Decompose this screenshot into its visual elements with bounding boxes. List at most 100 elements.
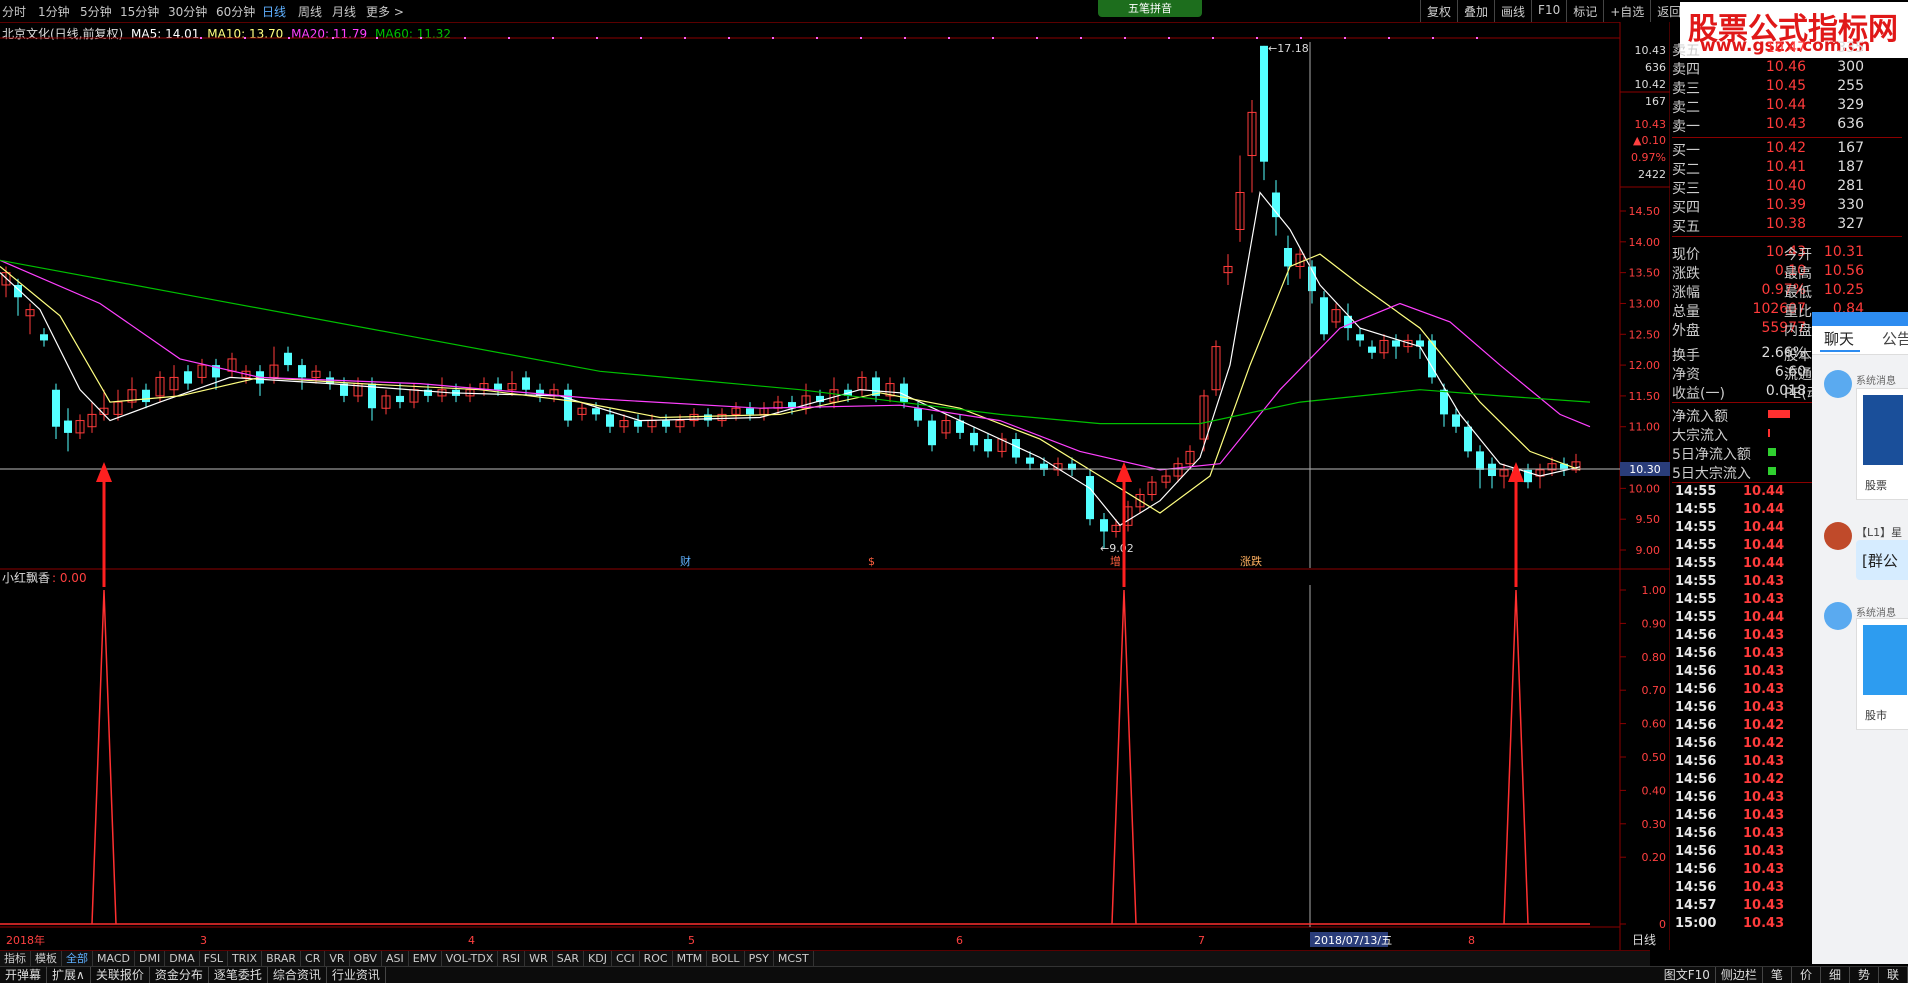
indicator-tab-13[interactable]: EMV	[409, 951, 442, 967]
status-tab-4[interactable]: 逐笔委托	[209, 967, 268, 983]
status-tab-5[interactable]: 综合资讯	[268, 967, 327, 983]
tab-period-7[interactable]: 周线	[298, 3, 322, 20]
stat-label-2: 内盘	[1784, 323, 1812, 339]
status-tab-3[interactable]: 资金分布	[150, 967, 209, 983]
indicator-tab-10[interactable]: VR	[325, 951, 350, 967]
indicator-tick: 0	[1659, 918, 1666, 931]
side-tab-0[interactable]: 笔	[1763, 967, 1792, 983]
tick-price: 10.43	[1743, 592, 1785, 607]
side-tab-1[interactable]: 价	[1792, 967, 1821, 983]
tab-period-0[interactable]: 分时	[2, 3, 26, 20]
right-stat: ▲0.10	[1633, 134, 1666, 147]
indicator-tab-2[interactable]: 全部	[62, 951, 93, 967]
toolbar-button-2[interactable]: 画线	[1494, 0, 1531, 22]
stat-value-2: 10.31	[1823, 244, 1864, 260]
tick-row: 14:56 10.43	[1675, 808, 1784, 826]
tab-period-4[interactable]: 30分钟	[168, 3, 207, 20]
indicator-tab-22[interactable]: BOLL	[707, 951, 745, 967]
indicator-tab-17[interactable]: SAR	[553, 951, 585, 967]
indicator-tick: 0.70	[1642, 684, 1667, 697]
right-stat: 2422	[1638, 168, 1666, 181]
indicator-tick: 0.90	[1642, 617, 1667, 630]
indicator-tab-21[interactable]: MTM	[673, 951, 708, 967]
event-marker[interactable]: $	[868, 555, 875, 568]
indicator-tab-4[interactable]: DMI	[135, 951, 166, 967]
tab-period-2[interactable]: 5分钟	[80, 3, 112, 20]
indicator-tab-11[interactable]: OBV	[350, 951, 382, 967]
indicator-tab-19[interactable]: CCI	[612, 951, 640, 967]
toolbar-button-1[interactable]: 叠加	[1457, 0, 1494, 22]
toolbar-button-4[interactable]: 标记	[1566, 0, 1603, 22]
indicator-tab-3[interactable]: MACD	[93, 951, 135, 967]
message-card[interactable]: 股票	[1856, 388, 1908, 500]
tab-chat[interactable]: 聊天	[1824, 328, 1854, 349]
order-label: 卖四	[1672, 62, 1700, 78]
chat-bubble-text: [群公	[1862, 552, 1898, 570]
y-tick-label: 13.00	[1629, 297, 1661, 310]
indicator-tab-18[interactable]: KDJ	[584, 951, 612, 967]
indicator-tab-0[interactable]: 指标	[0, 951, 31, 967]
indicator-tab-6[interactable]: FSL	[200, 951, 228, 967]
candle-down	[1026, 457, 1034, 464]
tab-period-3[interactable]: 15分钟	[120, 3, 159, 20]
tick-row: 14:55 10.44	[1675, 610, 1784, 628]
bottom-right-button-0[interactable]: 图文F10	[1659, 967, 1716, 983]
side-tab-2[interactable]: 细	[1821, 967, 1850, 983]
side-tab-4[interactable]: 联	[1879, 967, 1908, 983]
tab-notice[interactable]: 公告	[1882, 328, 1908, 349]
status-tab-0[interactable]: 开弹幕	[0, 967, 48, 983]
event-marker[interactable]: 财	[680, 554, 691, 568]
tick-time: 14:55	[1675, 574, 1717, 589]
stat-label-2: 今开	[1784, 247, 1812, 263]
indicator-tab-8[interactable]: BRAR	[262, 951, 302, 967]
event-marker[interactable]: 增	[1110, 554, 1121, 568]
chat-top-strip	[1812, 312, 1908, 326]
toolbar-button-0[interactable]: 复权	[1420, 0, 1457, 22]
candle-down	[1284, 247, 1292, 267]
tab-period-9[interactable]: 更多 >	[366, 3, 404, 20]
status-tab-2[interactable]: 关联报价	[91, 967, 150, 983]
y-tick-label: 12.50	[1629, 328, 1661, 341]
chat-bubble[interactable]: [群公	[1856, 540, 1908, 580]
tick-price: 10.42	[1743, 736, 1785, 751]
signal-arrow-head	[1508, 462, 1524, 482]
tab-period-5[interactable]: 60分钟	[216, 3, 255, 20]
tick-price: 10.44	[1743, 484, 1785, 499]
tick-price: 10.44	[1743, 556, 1785, 571]
candle-down	[1356, 334, 1364, 341]
status-tab-6[interactable]: 行业资讯	[327, 967, 386, 983]
status-tab-1[interactable]: 扩展∧	[47, 967, 91, 983]
status-bar: 开弹幕 扩展∧ 关联报价 资金分布 逐笔委托 综合资讯 行业资讯 图文F10 侧边栏笔价细势联	[0, 966, 1908, 983]
tick-time: 14:56	[1675, 772, 1717, 787]
event-marker[interactable]: 涨跌	[1240, 554, 1262, 568]
message-card[interactable]: 股市	[1856, 618, 1908, 730]
flow-label: 大宗流入	[1672, 428, 1728, 444]
toolbar-button-5[interactable]: +自选	[1603, 0, 1650, 22]
indicator-tab-23[interactable]: PSY	[745, 951, 774, 967]
indicator-tab-1[interactable]: 模板	[31, 951, 62, 967]
tick-price: 10.43	[1743, 682, 1785, 697]
indicator-tab-16[interactable]: WR	[525, 951, 553, 967]
indicator-tab-12[interactable]: ASI	[382, 951, 409, 967]
toolbar-button-3[interactable]: F10	[1531, 0, 1566, 22]
indicator-tab-7[interactable]: TRIX	[228, 951, 263, 967]
wubi-pinyin-button[interactable]: 五笔拼音	[1098, 0, 1202, 17]
indicator-tab-20[interactable]: ROC	[640, 951, 673, 967]
indicator-tab-5[interactable]: DMA	[165, 951, 200, 967]
indicator-tab-24[interactable]: MCST	[774, 951, 814, 967]
candle-down	[564, 389, 572, 421]
indicator-tab-14[interactable]: VOL-TDX	[442, 951, 499, 967]
indicator-tick: 0.20	[1642, 851, 1667, 864]
candle-down	[592, 408, 600, 415]
kline-chart[interactable]: 14.50 14.00 13.50 13.00 12.50 12.00 11.50 11.00…	[0, 22, 1670, 950]
side-tab-3[interactable]: 势	[1850, 967, 1879, 983]
indicator-tab-15[interactable]: RSI	[498, 951, 526, 967]
indicator-tab-9[interactable]: CR	[301, 951, 326, 967]
tab-period-6[interactable]: 日线	[262, 3, 286, 20]
bottom-right-button-1[interactable]: 侧边栏	[1716, 967, 1763, 983]
tab-period-8[interactable]: 月线	[332, 3, 356, 20]
order-label: 买三	[1672, 181, 1700, 197]
tab-period-1[interactable]: 1分钟	[38, 3, 70, 20]
x-axis-label: 2018年	[6, 933, 45, 947]
tick-row: 15:00 10.43	[1675, 916, 1784, 934]
